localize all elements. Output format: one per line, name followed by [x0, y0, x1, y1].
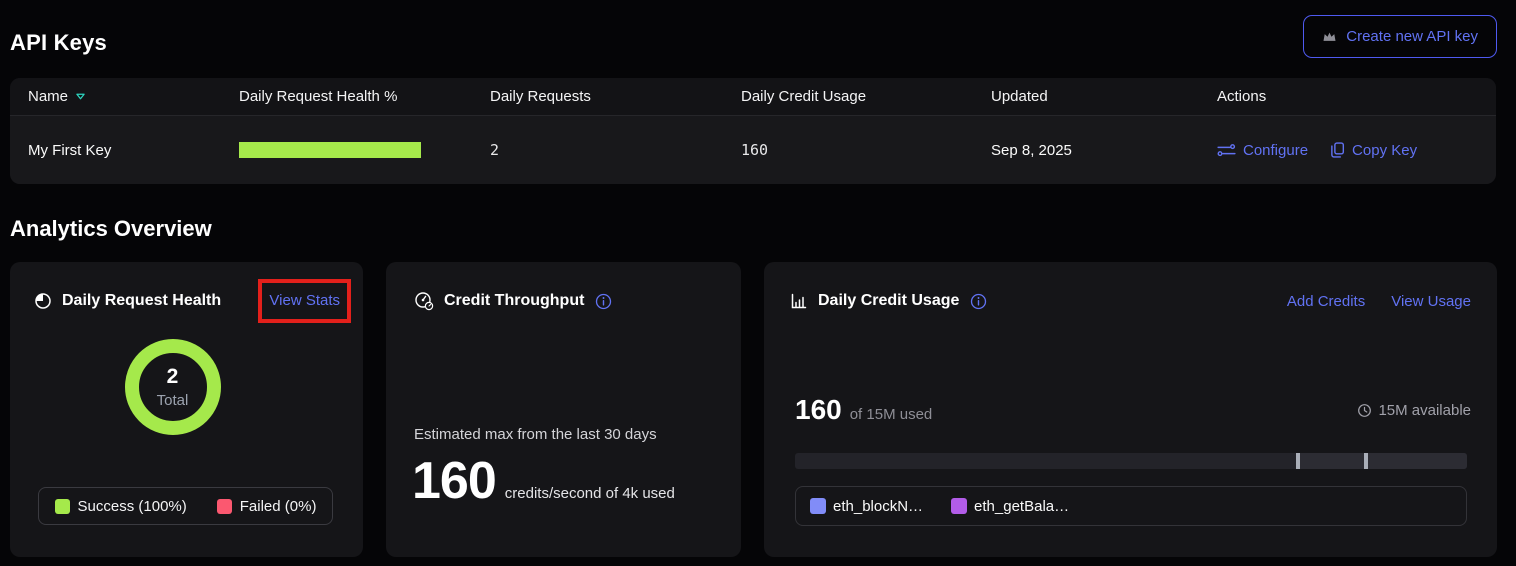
- credit-usage-progress-bar: [795, 453, 1467, 469]
- success-swatch: [55, 499, 70, 514]
- copy-icon: [1330, 141, 1345, 159]
- legend-failed-label: Failed (0%): [240, 498, 317, 515]
- daily-request-health-card: Daily Request Health View Stats 2 Total …: [10, 262, 363, 557]
- legend-item-eth-getbalance: eth_getBala…: [951, 498, 1069, 515]
- view-usage-link[interactable]: View Usage: [1391, 293, 1471, 310]
- credits-used-suffix: of 15M used: [850, 406, 933, 423]
- legend-success-label: Success (100%): [78, 498, 187, 515]
- column-header-name-label: Name: [28, 88, 68, 105]
- clock-icon: [1357, 403, 1372, 418]
- card-title-credit-throughput: Credit Throughput: [444, 292, 584, 310]
- add-credits-link[interactable]: Add Credits: [1287, 293, 1365, 310]
- donut-total-value: 2: [167, 365, 179, 389]
- bar-chart-icon: [790, 292, 808, 310]
- usage-marker-2: [1364, 453, 1368, 469]
- table-row: My First Key 2 160 Sep 8, 2025 Configure: [10, 116, 1496, 184]
- info-icon[interactable]: [595, 293, 612, 310]
- info-icon[interactable]: [970, 293, 987, 310]
- analytics-section-title: Analytics Overview: [10, 216, 212, 242]
- legend-item-success: Success (100%): [55, 498, 187, 515]
- failed-swatch: [217, 499, 232, 514]
- credit-usage-legend: eth_blockN… eth_getBala…: [795, 486, 1467, 526]
- legend-item-failed: Failed (0%): [217, 498, 317, 515]
- credits-used-value: 160: [795, 396, 842, 424]
- create-api-key-label: Create new API key: [1346, 28, 1478, 45]
- donut-total-label: Total: [157, 392, 189, 409]
- sliders-icon: [1217, 143, 1236, 158]
- usage-marker-1: [1296, 453, 1300, 469]
- crown-icon: [1322, 29, 1337, 44]
- sort-descending-icon[interactable]: [75, 92, 86, 101]
- analytics-cards: Daily Request Health View Stats 2 Total …: [10, 262, 1497, 557]
- api-keys-table: Name Daily Request Health % Daily Reques…: [10, 78, 1496, 184]
- view-stats-link[interactable]: View Stats: [269, 292, 340, 309]
- pie-chart-icon: [34, 292, 52, 310]
- key-name: My First Key: [28, 142, 239, 159]
- dashboard-page: API Keys Create new API key Name Daily R…: [0, 0, 1516, 566]
- copy-key-button[interactable]: Copy Key: [1330, 141, 1417, 159]
- create-api-key-button[interactable]: Create new API key: [1303, 15, 1497, 58]
- updated-value: Sep 8, 2025: [991, 142, 1217, 159]
- legend-eth-getbalance-label: eth_getBala…: [974, 498, 1069, 515]
- column-header-daily-credit-usage: Daily Credit Usage: [741, 88, 991, 105]
- daily-credit-usage-value: 160: [741, 141, 991, 159]
- credits-available-label: 15M available: [1378, 402, 1471, 419]
- legend-item-eth-blocknumber: eth_blockN…: [810, 498, 923, 515]
- eth-blocknumber-swatch: [810, 498, 826, 514]
- throughput-subtitle: Estimated max from the last 30 days: [414, 426, 657, 443]
- gauge-icon: [414, 291, 434, 311]
- health-bar-fill: [239, 142, 421, 158]
- column-header-name[interactable]: Name: [28, 88, 239, 105]
- configure-button[interactable]: Configure: [1217, 142, 1308, 159]
- card-title-daily-request-health: Daily Request Health: [62, 292, 221, 310]
- eth-getbalance-swatch: [951, 498, 967, 514]
- column-header-actions: Actions: [1217, 88, 1478, 105]
- card-title-daily-credit-usage: Daily Credit Usage: [818, 292, 959, 310]
- daily-credit-usage-card: Daily Credit Usage Add Credits View Usag…: [764, 262, 1497, 557]
- page-title: API Keys: [10, 30, 107, 56]
- credit-throughput-card: Credit Throughput Estimated max from the…: [386, 262, 741, 557]
- daily-requests-value: 2: [490, 141, 741, 159]
- throughput-unit-label: credits/second of 4k used: [505, 485, 675, 502]
- throughput-value: 160: [412, 455, 496, 507]
- table-header-row: Name Daily Request Health % Daily Reques…: [10, 78, 1496, 116]
- copy-key-label: Copy Key: [1352, 142, 1417, 159]
- legend-eth-blocknumber-label: eth_blockN…: [833, 498, 923, 515]
- column-header-health: Daily Request Health %: [239, 88, 490, 105]
- request-health-donut-chart: 2 Total: [125, 339, 221, 435]
- annotation-highlight-box: View Stats: [258, 279, 351, 323]
- column-header-updated: Updated: [991, 88, 1217, 105]
- column-header-daily-requests: Daily Requests: [490, 88, 741, 105]
- health-bar: [239, 142, 421, 158]
- usage-bar-segment: [1296, 453, 1467, 469]
- configure-label: Configure: [1243, 142, 1308, 159]
- request-health-legend: Success (100%) Failed (0%): [38, 487, 333, 525]
